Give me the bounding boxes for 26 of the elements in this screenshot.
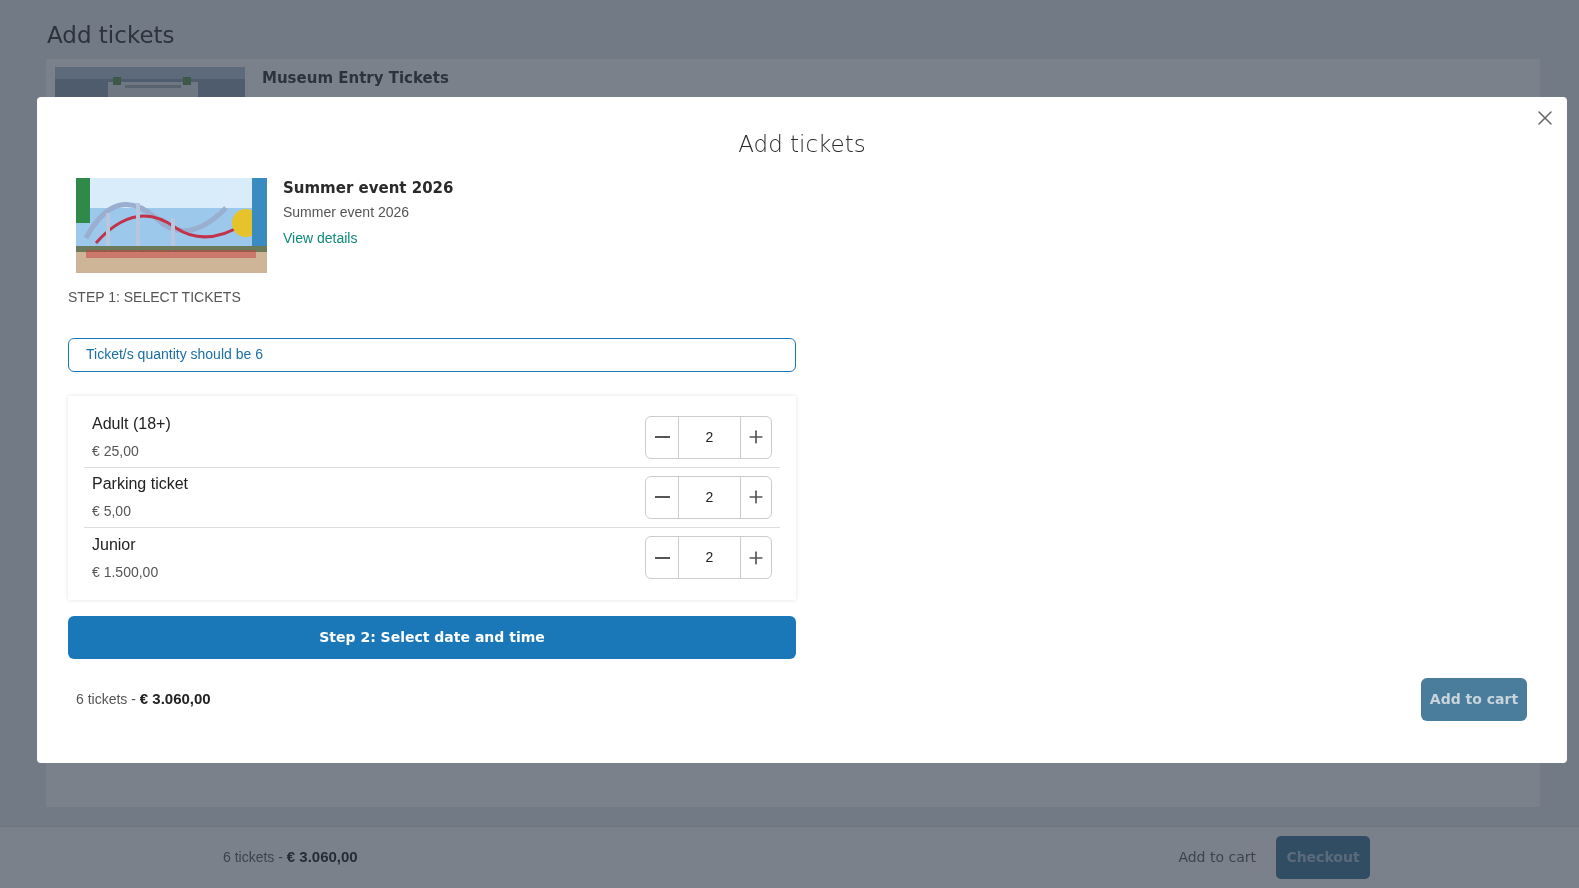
ticket-price: € 5,00 (92, 502, 132, 521)
ticket-price: € 1.500,00 (92, 562, 159, 582)
view-details-link[interactable]: View details (283, 228, 358, 249)
ticket-name: Adult (18+) (92, 414, 171, 434)
quantity-field[interactable]: 2 (678, 537, 741, 578)
quantity-field[interactable]: 2 (678, 476, 741, 518)
ticket-name: Parking ticket (92, 474, 189, 494)
quantity-field[interactable]: 2 (678, 416, 741, 458)
tickets-summary: 6 tickets - € 3.060,00 (76, 688, 211, 709)
minus-icon (654, 436, 670, 438)
event-subtitle: Summer event 2026 (283, 203, 411, 222)
quantity-stepper[interactable]: 2 (645, 415, 772, 459)
quantity-stepper[interactable]: 2 (645, 475, 772, 519)
product-name: Museum Entry Tickets (262, 67, 449, 89)
page-title: Add tickets (47, 21, 175, 50)
notice-field: Ticket/s quantity should be 6 (68, 337, 796, 372)
step-label: STEP 1: SELECT TICKETS (68, 287, 241, 307)
minus-icon (654, 556, 670, 559)
step-two-button[interactable]: Step 2: Select date and time (68, 615, 796, 659)
event-name: Summer event 2026 (283, 177, 454, 199)
ticket-name: Junior (92, 534, 137, 555)
cart-summary: 6 tickets - € 3.060,00 (223, 847, 358, 867)
dialog-title: Add tickets (738, 130, 866, 159)
quantity-stepper[interactable]: 2 (645, 536, 772, 579)
ticket-price: € 25,00 (92, 442, 140, 461)
minus-icon (654, 496, 670, 498)
